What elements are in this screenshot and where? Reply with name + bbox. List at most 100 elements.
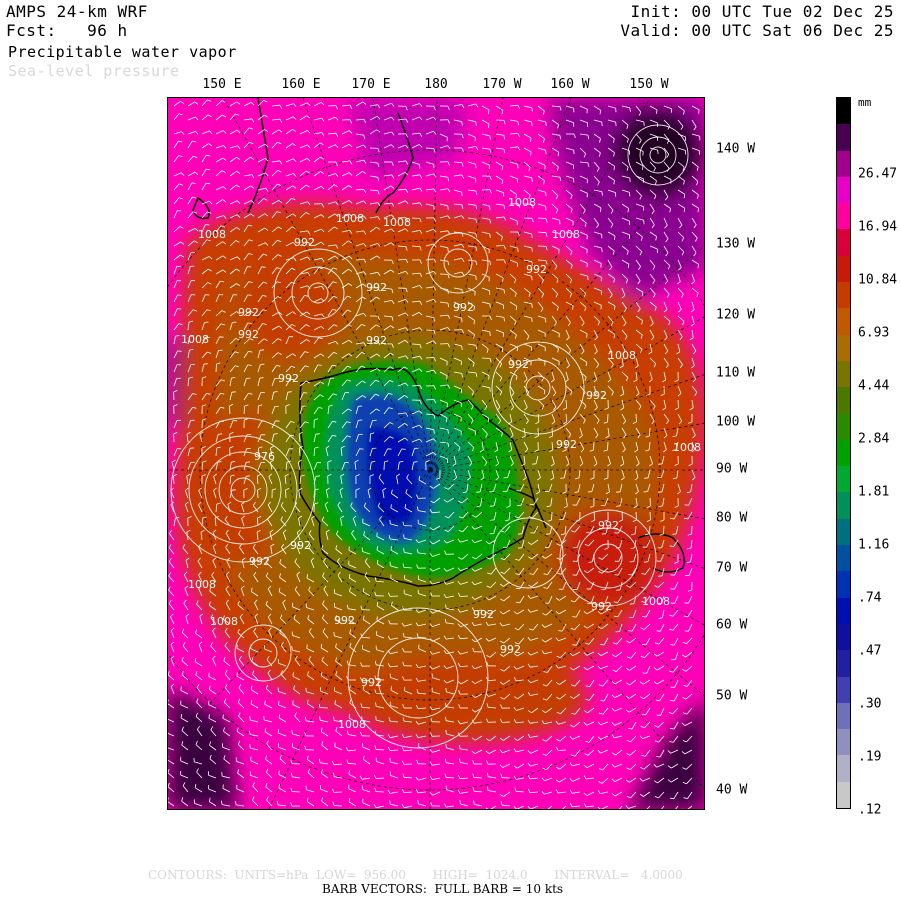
contour-label: 992 (294, 236, 315, 249)
wind-barb (509, 133, 519, 135)
wind-barb-flag (670, 644, 675, 646)
lon-label: 160 E (281, 77, 321, 92)
colorbar-swatch (837, 282, 850, 309)
wind-barb-flag (558, 630, 563, 632)
wind-barb (201, 419, 203, 429)
map-canvas: 1008 1008 1008 1008 992 992 992 1008 992… (168, 98, 704, 809)
wind-barb-flag (682, 808, 684, 809)
colorbar-swatch (837, 597, 850, 624)
lon-label: 120 W (716, 307, 756, 323)
wind-barb (319, 707, 329, 709)
wind-barb-flag (489, 387, 491, 392)
wind-barb-flag (259, 349, 265, 351)
wind-barb-flag (644, 477, 649, 479)
wind-barb (215, 363, 217, 373)
wind-barb-flag (572, 616, 577, 618)
wind-barb (635, 413, 637, 423)
colorbar-label: .12 (858, 802, 882, 818)
wind-barb (649, 511, 651, 521)
contour-label: 992 (473, 608, 494, 621)
colorbar-swatch (837, 545, 850, 572)
overlay-title: Sea-level pressure (8, 62, 180, 80)
colorbar-swatch (837, 229, 850, 256)
contour-label: 1008 (210, 615, 238, 628)
contour-label: 1008 (642, 595, 670, 608)
colorbar-label: .30 (858, 696, 882, 712)
wind-barb-flag (490, 505, 495, 507)
contour-label: 1008 (198, 228, 226, 241)
wind-barb-flag (390, 504, 392, 509)
valid-time: Valid: 00 UTC Sat 06 Dec 25 (620, 21, 894, 40)
wind-barb-flag (203, 363, 208, 365)
wind-barb (459, 595, 469, 597)
wind-barb-flag (264, 700, 266, 705)
wind-barb-flag (698, 109, 700, 114)
contour-label: 992 (453, 301, 474, 314)
wind-barb-flag (488, 109, 490, 114)
colorbar-label: 6.93 (858, 325, 890, 341)
wind-barb (557, 749, 567, 751)
colorbar-swatch (837, 124, 850, 151)
wind-barb (649, 497, 651, 507)
colorbar-swatch (837, 676, 850, 703)
colorbar-swatch (837, 623, 850, 651)
contour-label: 1008 (338, 718, 366, 731)
wind-barb (551, 511, 553, 521)
contour-label: 992 (526, 263, 547, 276)
wind-barb-flag (586, 333, 588, 338)
contour-label: 1008 (608, 349, 636, 362)
lon-label: 170 W (482, 77, 522, 92)
contour-label: 1008 (383, 216, 411, 229)
wind-barb-flag (670, 700, 675, 702)
wind-barb-flag (247, 322, 252, 324)
wind-barb-flag (572, 644, 577, 646)
wind-barb (677, 399, 679, 409)
colorbar-swatch (837, 334, 850, 361)
colorbar-swatch (837, 308, 850, 335)
contour-label: 976 (254, 450, 275, 463)
colorbar-swatch (837, 98, 850, 125)
colorbar-label: 10.84 (858, 272, 898, 288)
wind-barb-flag (531, 303, 533, 308)
wind-barb-flag (315, 433, 320, 435)
colorbar-swatch (837, 492, 850, 519)
wind-barb-flag (401, 448, 406, 450)
colorbar-swatch (837, 702, 850, 730)
wind-barb (411, 343, 421, 345)
colorbar-swatch (837, 413, 850, 440)
wind-barb (411, 217, 421, 219)
wind-barb-flag (517, 533, 523, 535)
lon-label: 110 W (716, 365, 756, 381)
field-title: Precipitable water vapor (8, 43, 237, 61)
colorbar-label: 2.84 (858, 431, 890, 447)
contour-label: 1008 (336, 212, 364, 225)
lon-label: 130 W (716, 236, 756, 252)
lon-label: 100 W (716, 414, 756, 430)
wind-barb-flag (642, 616, 647, 618)
colorbar-label: 16.94 (858, 219, 898, 235)
wind-barb-flag (447, 247, 449, 252)
barbs-info: BARB VECTORS: FULL BARB = 10 kts (322, 882, 564, 896)
wind-barb-flag (317, 364, 322, 366)
lon-label: 40 W (716, 782, 748, 798)
wind-barb-flag (476, 491, 481, 493)
wind-barb-flag (306, 574, 308, 579)
contour-label: 992 (278, 372, 299, 385)
contour-label: 992 (508, 358, 529, 371)
wind-barb (495, 245, 505, 247)
wind-barb (425, 357, 435, 359)
wind-barb-flag (517, 547, 523, 549)
lon-label: 50 W (716, 688, 748, 704)
contour-label: 992 (238, 306, 259, 319)
contour-label: 992 (598, 519, 619, 532)
wind-barb-flag (658, 463, 663, 465)
contour-label: 992 (361, 676, 382, 689)
colorbar-label: 26.47 (858, 166, 898, 182)
wind-barb-flag (389, 800, 391, 805)
contour-label: 1008 (552, 228, 580, 241)
colorbar-swatch (837, 387, 850, 414)
wind-barb-flag (376, 546, 378, 551)
colorbar-swatch (837, 360, 850, 388)
wind-barb-flag (516, 490, 521, 492)
colorbar-swatch (837, 150, 850, 177)
